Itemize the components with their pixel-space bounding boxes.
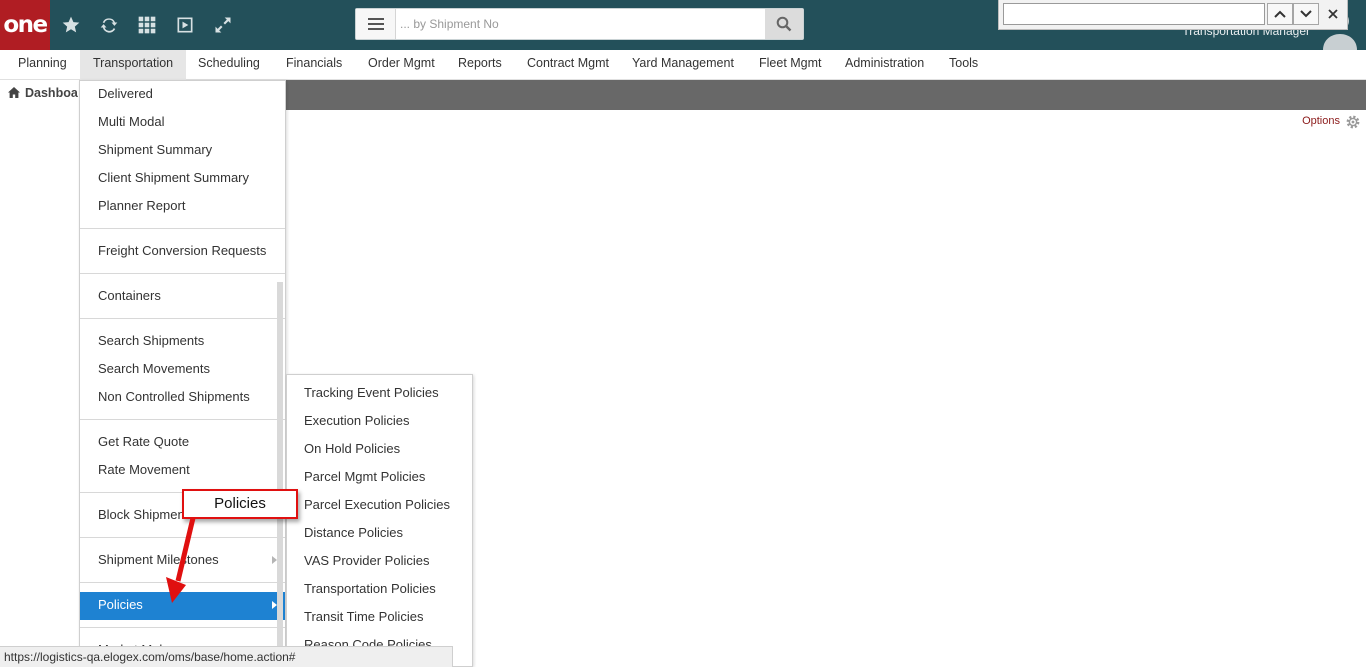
nav-administration[interactable]: Administration [832,50,937,80]
policies-submenu: Tracking Event Policies Execution Polici… [286,374,473,667]
submenu-item-parcel-mgmt-policies[interactable]: Parcel Mgmt Policies [287,464,472,492]
home-icon [8,87,20,98]
refresh-icon[interactable] [97,13,121,37]
find-close-button[interactable] [1323,3,1343,25]
gear-icon[interactable] [1345,114,1361,133]
status-bar-url: https://logistics-qa.elogex.com/oms/base… [0,646,453,667]
nav-tools[interactable]: Tools [936,50,991,80]
submenu-item-on-hold-policies[interactable]: On Hold Policies [287,436,472,464]
submenu-item-distance-policies[interactable]: Distance Policies [287,520,472,548]
menu-divider [80,273,285,274]
nav-yard-management[interactable]: Yard Management [619,50,747,80]
expand-icon[interactable] [211,13,235,37]
annotation-arrow-icon [166,517,196,603]
dropdown-scrollbar[interactable] [277,282,283,667]
breadcrumb-label: Dashboa [25,86,78,100]
nav-scheduling[interactable]: Scheduling [185,50,273,80]
menu-divider [80,318,285,319]
find-next-button[interactable] [1293,3,1319,25]
menu-item-get-rate-quote[interactable]: Get Rate Quote [80,429,285,457]
nav-reports[interactable]: Reports [445,50,515,80]
find-bar [998,0,1348,30]
menu-item-search-shipments[interactable]: Search Shipments [80,328,285,356]
search-box [355,8,804,40]
submenu-item-execution-policies[interactable]: Execution Policies [287,408,472,436]
apps-grid-icon[interactable] [135,13,159,37]
menu-item-delivered[interactable]: Delivered [80,81,285,109]
close-icon [1328,9,1338,19]
submenu-item-transportation-policies[interactable]: Transportation Policies [287,576,472,604]
find-previous-button[interactable] [1267,3,1293,25]
nav-financials[interactable]: Financials [273,50,355,80]
chevron-down-icon [1300,10,1312,18]
star-icon[interactable] [59,13,83,37]
submenu-item-vas-provider-policies[interactable]: VAS Provider Policies [287,548,472,576]
menu-divider [80,627,285,628]
search-icon [776,16,792,32]
app-logo[interactable]: one [0,0,50,50]
breadcrumb[interactable]: Dashboa [8,86,78,100]
menu-item-containers[interactable]: Containers [80,283,285,311]
menu-item-planner-report[interactable]: Planner Report [80,193,285,221]
nav-contract-mgmt[interactable]: Contract Mgmt [514,50,622,80]
menu-item-non-controlled-shipments[interactable]: Non Controlled Shipments [80,384,285,412]
search-menu-button[interactable] [356,9,396,39]
submenu-item-tracking-event-policies[interactable]: Tracking Event Policies [287,380,472,408]
menu-item-search-movements[interactable]: Search Movements [80,356,285,384]
find-input[interactable] [1003,3,1265,25]
nav-order-mgmt[interactable]: Order Mgmt [355,50,448,80]
chevron-up-icon [1274,10,1286,18]
menu-divider [80,419,285,420]
hamburger-icon [367,18,384,30]
menu-item-rate-movement[interactable]: Rate Movement [80,457,285,485]
nav-fleet-mgmt[interactable]: Fleet Mgmt [746,50,835,80]
play-icon[interactable] [173,13,197,37]
menu-item-shipment-summary[interactable]: Shipment Summary [80,137,285,165]
menu-divider [80,228,285,229]
nav-planning[interactable]: Planning [5,50,80,80]
menu-item-multi-modal[interactable]: Multi Modal [80,109,285,137]
options-link[interactable]: Options [1302,115,1340,127]
search-button[interactable] [765,9,803,39]
menu-item-client-shipment-summary[interactable]: Client Shipment Summary [80,165,285,193]
menu-item-freight-conversion-requests[interactable]: Freight Conversion Requests [80,238,285,266]
main-nav: Planning Transportation Scheduling Finan… [0,50,1366,80]
submenu-item-transit-time-policies[interactable]: Transit Time Policies [287,604,472,632]
menu-item-label: Policies [98,597,143,612]
search-input[interactable] [400,13,720,35]
submenu-item-parcel-execution-policies[interactable]: Parcel Execution Policies [287,492,472,520]
nav-transportation[interactable]: Transportation [80,50,187,80]
